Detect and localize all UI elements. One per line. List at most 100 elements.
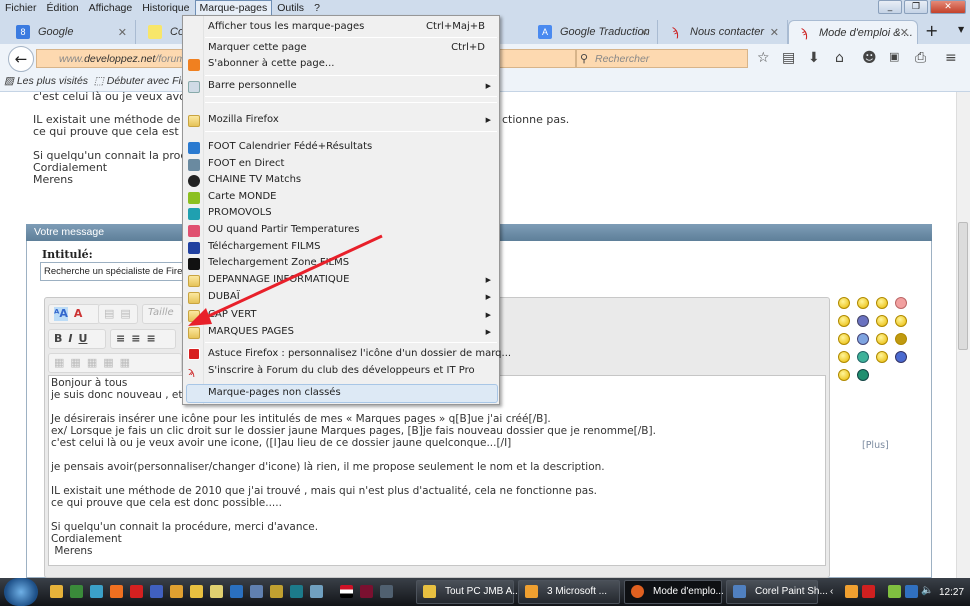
menu-item-bookmark[interactable]: CAP VERT <box>208 309 257 320</box>
quicklaunch-icon[interactable] <box>310 585 323 598</box>
size-select[interactable]: Taille <box>142 304 182 324</box>
table-icon[interactable]: ▦ <box>120 356 130 370</box>
smiley-icon[interactable] <box>838 351 850 363</box>
download-icon[interactable]: ⬇ <box>808 50 820 66</box>
menu-edition[interactable]: Édition <box>42 0 84 17</box>
task-corel[interactable]: Corel Paint Sh... <box>726 580 828 604</box>
quicklaunch-icon[interactable] <box>190 585 203 598</box>
quicklaunch-icon[interactable] <box>380 585 393 598</box>
search-field[interactable]: Rechercher <box>576 49 748 68</box>
tray-expand-icon[interactable]: ‹ <box>830 586 833 597</box>
start-button[interactable] <box>4 578 38 606</box>
close-tab-icon[interactable]: ✕ <box>640 26 649 39</box>
menu-item-personal-bar[interactable]: Barre personnelle <box>208 80 297 91</box>
menu-item-bookmark[interactable]: OU quand Partir Temperatures <box>208 224 359 235</box>
close-tab-icon[interactable]: ✕ <box>770 26 779 39</box>
task-firefox[interactable]: Mode d'emplo... <box>624 580 724 604</box>
table-icon[interactable]: ▦ <box>87 356 97 370</box>
quicklaunch-icon[interactable] <box>270 585 283 598</box>
clock[interactable]: 12:27 <box>939 587 964 598</box>
table-icon[interactable]: ▦ <box>70 356 80 370</box>
quicklaunch-icon[interactable] <box>230 585 243 598</box>
menu-item-bookmark[interactable]: FOOT en Direct <box>208 158 284 169</box>
smiley-icon[interactable] <box>838 297 850 309</box>
remove-format-button[interactable]: A <box>74 307 83 321</box>
quicklaunch-icon[interactable] <box>70 585 83 598</box>
menu-item-bookmark[interactable]: CHAINE TV Matchs <box>208 174 301 185</box>
bookmark-plus-visites[interactable]: ▨ Les plus visités <box>4 75 88 87</box>
menu-item-subscribe[interactable]: S'abonner à cette page... <box>208 58 334 69</box>
quicklaunch-icon[interactable] <box>210 585 223 598</box>
close-tab-icon[interactable]: ✕ <box>118 26 127 39</box>
smiley-icon[interactable] <box>857 351 869 363</box>
battery-icon[interactable] <box>888 585 901 598</box>
quicklaunch-icon[interactable] <box>90 585 103 598</box>
reading-list-icon[interactable]: ▤ <box>782 50 795 66</box>
more-smileys-link[interactable]: [Plus] <box>862 440 889 451</box>
smiley-icon[interactable] <box>895 297 907 309</box>
chat-icon[interactable]: ☻ <box>862 50 877 66</box>
quicklaunch-icon[interactable] <box>340 585 353 598</box>
task-microsoft[interactable]: 3 Microsoft ... <box>518 580 620 604</box>
smiley-icon[interactable] <box>895 351 907 363</box>
menu-fichier[interactable]: Fichier <box>0 0 42 17</box>
smiley-icon[interactable] <box>857 333 869 345</box>
volume-icon[interactable]: 🔈 <box>921 585 933 596</box>
print-icon[interactable]: ⎙ <box>915 50 926 66</box>
quicklaunch-icon[interactable] <box>360 585 373 598</box>
smiley-icon[interactable] <box>895 315 907 327</box>
paste-icon[interactable]: ▤ <box>104 307 114 321</box>
tab-google-traduction[interactable]: A Google Traduction ✕ <box>530 20 658 44</box>
quicklaunch-icon[interactable] <box>50 585 63 598</box>
menu-item-bookmark[interactable]: DUBAÏ <box>208 291 240 302</box>
hamburger-menu-icon[interactable]: ≡ <box>945 50 957 66</box>
tab-list-button[interactable]: ▼ <box>958 25 964 34</box>
menu-item-mozilla-firefox[interactable]: Mozilla Firefox <box>208 114 279 125</box>
task-tout-pc[interactable]: Tout PC JMB A... <box>416 580 521 604</box>
table-icon[interactable]: ▦ <box>103 356 113 370</box>
smiley-icon[interactable] <box>857 315 869 327</box>
smiley-icon[interactable] <box>838 369 850 381</box>
menu-item-bookmark[interactable]: PROMOVOLS <box>208 207 272 218</box>
bold-button[interactable]: B <box>54 332 62 346</box>
smiley-icon[interactable] <box>838 315 850 327</box>
menu-item-bookmark[interactable]: Telechargement Zone FILMS <box>208 257 349 268</box>
menu-item-bookmark[interactable]: Carte MONDE <box>208 191 276 202</box>
tray-icon[interactable] <box>845 585 858 598</box>
underline-button[interactable]: U <box>78 332 87 346</box>
menu-item-bookmark-page[interactable]: Marquer cette page <box>208 42 307 53</box>
quicklaunch-icon[interactable] <box>170 585 183 598</box>
scrollbar-thumb[interactable] <box>958 222 968 350</box>
paste-text-icon[interactable]: ▤ <box>120 307 130 321</box>
tab-google[interactable]: 8 Google ✕ <box>8 20 136 44</box>
smiley-icon[interactable] <box>895 333 907 345</box>
pocket-icon[interactable]: ▣ <box>889 50 899 63</box>
text-color-button[interactable]: ᴬA <box>54 307 68 321</box>
new-tab-button[interactable]: + <box>925 21 938 40</box>
antivirus-icon[interactable] <box>862 585 875 598</box>
menu-item-bookmark[interactable]: MARQUES PAGES <box>208 326 294 337</box>
close-window-button[interactable]: ✕ <box>930 0 966 14</box>
quicklaunch-icon[interactable] <box>290 585 303 598</box>
tab-mode-emploi[interactable]: ϡ Mode d'emploi & ... ✕ <box>788 20 918 44</box>
menu-item-astuce[interactable]: Astuce Firefox : personnalisez l'icône d… <box>208 348 511 359</box>
smiley-icon[interactable] <box>857 297 869 309</box>
minimize-button[interactable]: _ <box>878 0 902 14</box>
align-left-button[interactable]: ≡ <box>116 332 125 346</box>
menu-item-bookmark[interactable]: FOOT Calendrier Fédé+Résultats <box>208 141 372 152</box>
smiley-icon[interactable] <box>838 333 850 345</box>
table-icon[interactable]: ▦ <box>54 356 64 370</box>
smiley-icon[interactable] <box>876 315 888 327</box>
smiley-icon[interactable] <box>857 369 869 381</box>
menu-item-bookmark[interactable]: Téléchargement FILMS <box>208 241 320 252</box>
quicklaunch-icon[interactable] <box>250 585 263 598</box>
tab-nous-contacter[interactable]: ϡ Nous contacter ✕ <box>660 20 788 44</box>
menu-item-unsorted[interactable]: Marque-pages non classés <box>208 387 341 398</box>
italic-button[interactable]: I <box>68 332 72 346</box>
network-icon[interactable] <box>905 585 918 598</box>
quicklaunch-icon[interactable] <box>130 585 143 598</box>
quicklaunch-icon[interactable] <box>110 585 123 598</box>
back-button[interactable]: ← <box>8 46 34 72</box>
title-input[interactable]: Recherche un spécialiste de Firefox/ic <box>40 262 200 281</box>
menu-item-inscrire[interactable]: S'inscrire à Forum du club des développe… <box>208 365 475 376</box>
